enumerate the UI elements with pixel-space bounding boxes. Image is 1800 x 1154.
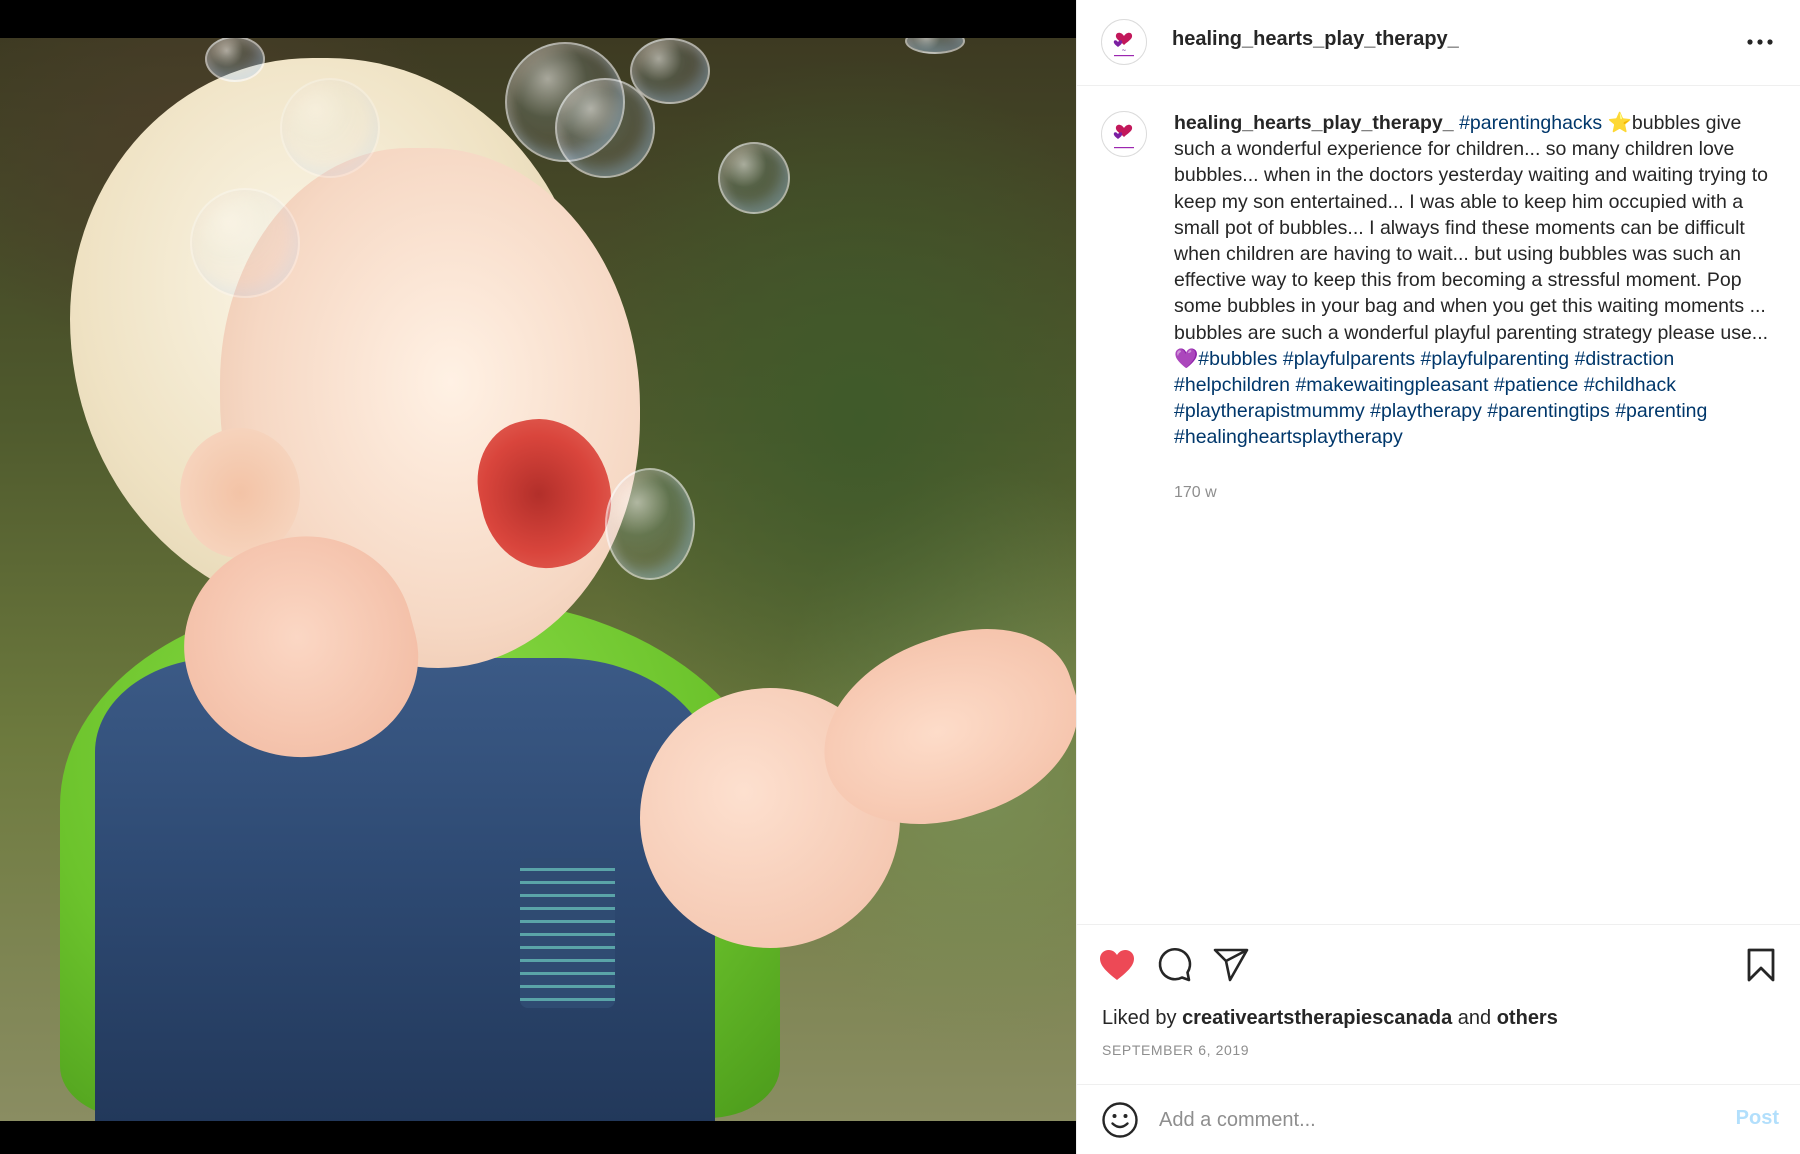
likes-summary: Liked by creativeartstherapiescanada and… bbox=[1102, 1007, 1558, 1030]
hashtag-link[interactable]: #makewaitingpleasant bbox=[1295, 374, 1488, 396]
time-ago[interactable]: 170 w bbox=[1174, 484, 1217, 502]
svg-text:~: ~ bbox=[1121, 47, 1126, 54]
hashtag-link[interactable]: #childhack bbox=[1584, 374, 1676, 396]
profile-avatar[interactable]: ~ bbox=[1101, 19, 1147, 65]
hashtag-link[interactable]: #parentingtips bbox=[1487, 400, 1610, 422]
caption-area: healing_hearts_play_therapy_ #parentingh… bbox=[1077, 86, 1800, 924]
heart-filled-icon[interactable] bbox=[1097, 945, 1137, 985]
healing-hearts-logo-icon bbox=[1113, 124, 1134, 149]
hashtag-link[interactable]: #parentinghacks bbox=[1459, 112, 1602, 134]
bubble bbox=[905, 38, 965, 54]
bubble bbox=[718, 142, 790, 214]
post-header: ~ healing_hearts_play_therapy_ bbox=[1077, 0, 1800, 86]
hashtag-link[interactable]: #playtherapistmummy bbox=[1174, 400, 1365, 422]
likes-others-link[interactable]: others bbox=[1497, 1007, 1558, 1029]
photo-overalls bbox=[95, 658, 715, 1121]
post-media bbox=[0, 0, 1076, 1154]
hashtag-link[interactable]: #healingheartsplaytherapy bbox=[1174, 426, 1403, 448]
caption-avatar[interactable] bbox=[1101, 111, 1147, 157]
hashtag-link[interactable]: #playtherapy bbox=[1370, 400, 1482, 422]
post-date: SEPTEMBER 6, 2019 bbox=[1102, 1042, 1250, 1058]
hashtag-link[interactable]: #distraction bbox=[1575, 348, 1675, 370]
post-details-panel: ~ healing_hearts_play_therapy_ healing_h… bbox=[1076, 0, 1800, 1154]
hashtag-link[interactable]: #playfulparenting bbox=[1421, 348, 1570, 370]
post-actions: Liked by creativeartstherapiescanada and… bbox=[1077, 924, 1800, 1084]
share-icon[interactable] bbox=[1211, 945, 1251, 985]
caption-username[interactable]: healing_hearts_play_therapy_ bbox=[1174, 112, 1454, 134]
comment-input[interactable] bbox=[1159, 1101, 1679, 1139]
hashtag-link[interactable]: #patience bbox=[1494, 374, 1579, 396]
bubble bbox=[280, 78, 380, 178]
likes-and: and bbox=[1457, 1007, 1492, 1029]
bubble bbox=[630, 38, 710, 104]
likes-prefix: Liked by bbox=[1102, 1007, 1177, 1029]
likes-user-link[interactable]: creativeartstherapiescanada bbox=[1182, 1007, 1452, 1029]
comment-bar: Post bbox=[1077, 1084, 1800, 1154]
bubble bbox=[205, 38, 265, 82]
post-caption: healing_hearts_play_therapy_ #parentingh… bbox=[1174, 110, 1774, 451]
star-emoji: ⭐ bbox=[1607, 112, 1632, 134]
comment-icon[interactable] bbox=[1154, 945, 1194, 985]
more-options-icon[interactable] bbox=[1743, 30, 1777, 54]
header-username[interactable]: healing_hearts_play_therapy_ bbox=[1172, 28, 1459, 51]
hashtag-list: #bubbles #playfulparents #playfulparenti… bbox=[1174, 348, 1707, 449]
post-comment-button[interactable]: Post bbox=[1736, 1107, 1779, 1130]
smiley-icon[interactable] bbox=[1101, 1101, 1139, 1139]
healing-hearts-logo-icon: ~ bbox=[1113, 32, 1134, 57]
hashtag-link[interactable]: #helpchildren bbox=[1174, 374, 1290, 396]
bookmark-icon[interactable] bbox=[1741, 945, 1781, 985]
bubble bbox=[605, 468, 695, 580]
photo-pocket bbox=[520, 858, 615, 1008]
bubble bbox=[190, 188, 300, 298]
heart-emoji: 💜 bbox=[1174, 347, 1199, 370]
hashtag-link[interactable]: #parenting bbox=[1615, 400, 1707, 422]
hashtag-link[interactable]: #bubbles bbox=[1198, 348, 1277, 370]
caption-body: bubbles give such a wonderful experience… bbox=[1174, 112, 1769, 344]
post-photo[interactable] bbox=[0, 38, 1076, 1121]
hashtag-link[interactable]: #playfulparents bbox=[1283, 348, 1415, 370]
